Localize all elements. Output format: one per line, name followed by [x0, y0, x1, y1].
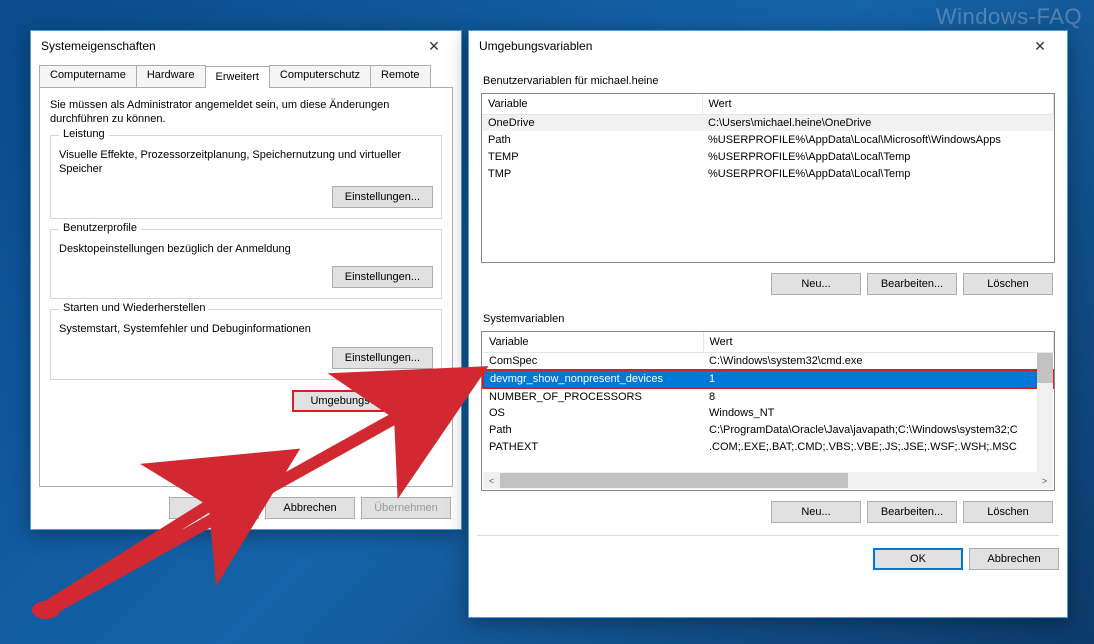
system-delete-button[interactable]: Löschen — [963, 501, 1053, 523]
environment-variables-window: Umgebungsvariablen ✕ Benutzervariablen f… — [468, 30, 1068, 618]
startup-settings-button[interactable]: Einstellungen... — [332, 347, 433, 369]
system-vars-label: Systemvariablen — [483, 313, 1055, 325]
col-value[interactable]: Wert — [703, 332, 1053, 352]
var-value: %USERPROFILE%\AppData\Local\Microsoft\Wi… — [702, 131, 1054, 148]
table-row[interactable]: TMP%USERPROFILE%\AppData\Local\Temp — [482, 165, 1054, 182]
var-name: devmgr_show_nonpresent_devices — [483, 370, 703, 388]
horizontal-scrollbar[interactable]: < > — [483, 472, 1053, 489]
performance-legend: Leistung — [59, 128, 109, 140]
system-vars-table[interactable]: Variable Wert ComSpecC:\Windows\system32… — [481, 331, 1055, 491]
var-name: OS — [483, 405, 703, 422]
user-vars-label: Benutzervariablen für michael.heine — [483, 75, 1055, 87]
table-row[interactable]: TEMP%USERPROFILE%\AppData\Local\Temp — [482, 148, 1054, 165]
var-name: PATHEXT — [483, 439, 703, 456]
startup-recovery-group: Starten und Wiederherstellen Systemstart… — [50, 309, 442, 379]
startup-desc: Systemstart, Systemfehler und Debuginfor… — [59, 322, 433, 336]
sysprops-tabstrip: Computername Hardware Erweitert Computer… — [31, 61, 461, 87]
tab-erweitert[interactable]: Erweitert — [205, 66, 270, 88]
admin-required-note: Sie müssen als Administrator angemeldet … — [50, 98, 442, 127]
sysprops-apply-button[interactable]: Übernehmen — [361, 497, 451, 519]
tab-remote[interactable]: Remote — [370, 65, 431, 87]
user-profiles-settings-button[interactable]: Einstellungen... — [332, 266, 433, 288]
user-profiles-desc: Desktopeinstellungen bezüglich der Anmel… — [59, 242, 433, 256]
var-value: C:\Users\michael.heine\OneDrive — [702, 114, 1054, 131]
performance-desc: Visuelle Effekte, Prozessorzeitplanung, … — [59, 148, 433, 177]
user-delete-button[interactable]: Löschen — [963, 273, 1053, 295]
close-icon[interactable]: ✕ — [1019, 34, 1061, 58]
table-row[interactable]: ComSpecC:\Windows\system32\cmd.exe — [483, 352, 1053, 370]
performance-group: Leistung Visuelle Effekte, Prozessorzeit… — [50, 135, 442, 220]
var-value: Windows_NT — [703, 405, 1053, 422]
var-value: 1 — [703, 370, 1053, 388]
scroll-right-icon[interactable]: > — [1036, 476, 1053, 486]
var-value: C:\ProgramData\Oracle\Java\javapath;C:\W… — [703, 422, 1053, 439]
tab-hardware[interactable]: Hardware — [136, 65, 206, 87]
var-name: Path — [482, 131, 702, 148]
user-profiles-legend: Benutzerprofile — [59, 222, 141, 234]
env-cancel-button[interactable]: Abbrechen — [969, 548, 1059, 570]
var-value: 8 — [703, 388, 1053, 405]
tab-computerschutz[interactable]: Computerschutz — [269, 65, 371, 87]
close-icon[interactable]: ✕ — [413, 34, 455, 58]
sysprops-titlebar: Systemeigenschaften ✕ — [31, 31, 461, 61]
table-row[interactable]: Path%USERPROFILE%\AppData\Local\Microsof… — [482, 131, 1054, 148]
table-row[interactable]: NUMBER_OF_PROCESSORS8 — [483, 388, 1053, 405]
user-vars-table[interactable]: Variable Wert OneDriveC:\Users\michael.h… — [481, 93, 1055, 263]
vertical-scrollbar[interactable] — [1037, 353, 1053, 472]
system-new-button[interactable]: Neu... — [771, 501, 861, 523]
table-row[interactable]: OSWindows_NT — [483, 405, 1053, 422]
env-content: Benutzervariablen für michael.heine Vari… — [469, 61, 1067, 582]
system-edit-button[interactable]: Bearbeiten... — [867, 501, 957, 523]
var-name: TMP — [482, 165, 702, 182]
watermark-text: Windows-FAQ — [936, 4, 1082, 30]
col-variable[interactable]: Variable — [482, 94, 702, 114]
sysprops-dialog-buttons: OK Abbrechen Übernehmen — [31, 487, 461, 529]
var-value: %USERPROFILE%\AppData\Local\Temp — [702, 165, 1054, 182]
table-row[interactable]: devmgr_show_nonpresent_devices1 — [483, 370, 1053, 388]
sysprops-title: Systemeigenschaften — [41, 39, 413, 53]
var-name: OneDrive — [482, 114, 702, 131]
scroll-left-icon[interactable]: < — [483, 476, 500, 486]
env-ok-button[interactable]: OK — [873, 548, 963, 570]
table-row[interactable]: PathC:\ProgramData\Oracle\Java\javapath;… — [483, 422, 1053, 439]
col-variable[interactable]: Variable — [483, 332, 703, 352]
sysprops-cancel-button[interactable]: Abbrechen — [265, 497, 355, 519]
var-name: ComSpec — [483, 352, 703, 370]
var-value: .COM;.EXE;.BAT;.CMD;.VBS;.VBE;.JS;.JSE;.… — [703, 439, 1053, 456]
var-name: Path — [483, 422, 703, 439]
tab-computername[interactable]: Computername — [39, 65, 137, 87]
system-properties-window: Systemeigenschaften ✕ Computername Hardw… — [30, 30, 462, 530]
user-profiles-group: Benutzerprofile Desktopeinstellungen bez… — [50, 229, 442, 299]
performance-settings-button[interactable]: Einstellungen... — [332, 186, 433, 208]
startup-legend: Starten und Wiederherstellen — [59, 302, 209, 314]
env-title: Umgebungsvariablen — [479, 39, 1019, 53]
col-value[interactable]: Wert — [702, 94, 1054, 114]
sysprops-tab-body: Sie müssen als Administrator angemeldet … — [39, 87, 453, 487]
var-value: %USERPROFILE%\AppData\Local\Temp — [702, 148, 1054, 165]
env-titlebar: Umgebungsvariablen ✕ — [469, 31, 1067, 61]
user-edit-button[interactable]: Bearbeiten... — [867, 273, 957, 295]
var-name: TEMP — [482, 148, 702, 165]
var-value: C:\Windows\system32\cmd.exe — [703, 352, 1053, 370]
table-row[interactable]: PATHEXT.COM;.EXE;.BAT;.CMD;.VBS;.VBE;.JS… — [483, 439, 1053, 456]
sysprops-ok-button[interactable]: OK — [169, 497, 259, 519]
var-name: NUMBER_OF_PROCESSORS — [483, 388, 703, 405]
user-new-button[interactable]: Neu... — [771, 273, 861, 295]
environment-variables-button[interactable]: Umgebungsvariablen... — [292, 390, 442, 412]
table-row[interactable]: OneDriveC:\Users\michael.heine\OneDrive — [482, 114, 1054, 131]
